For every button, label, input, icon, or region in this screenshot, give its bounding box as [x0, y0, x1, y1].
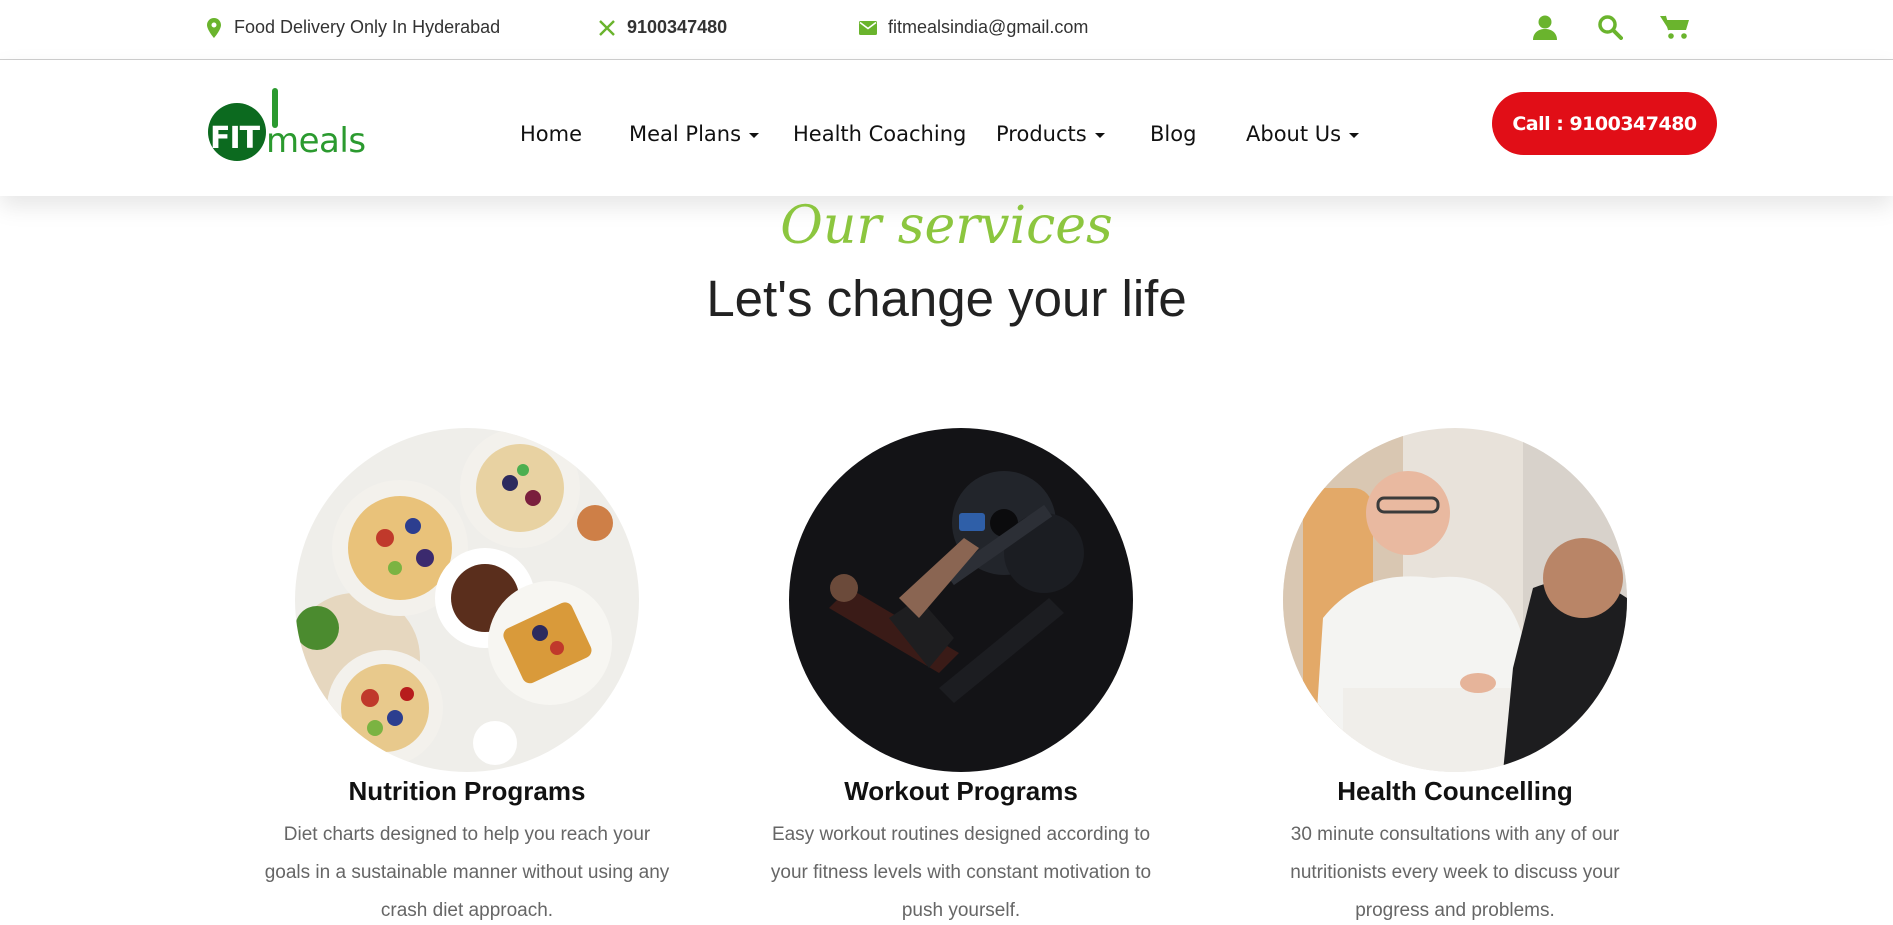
nav-meal-plans-label: Meal Plans [629, 122, 742, 146]
search-icon[interactable] [1595, 12, 1625, 42]
nav-health-coaching[interactable]: Health Coaching [793, 122, 966, 146]
caret-down-icon [1094, 132, 1105, 138]
caret-down-icon [1349, 132, 1360, 138]
top-icon-group [0, 12, 1893, 42]
services-title: Let's change your life [706, 270, 1187, 327]
cart-icon[interactable] [1660, 12, 1690, 42]
nav-blog[interactable]: Blog [1150, 122, 1196, 146]
nav-health-coaching-label: Health Coaching [793, 122, 967, 146]
councelling-image [1283, 428, 1627, 772]
nav-meal-plans[interactable]: Meal Plans [629, 122, 760, 146]
call-button[interactable]: Call : 9100347480 [1492, 92, 1717, 155]
service-card-workout: Workout Programs Easy workout routines d… [746, 428, 1176, 925]
top-info-bar: Food Delivery Only In Hyderabad 91003474… [0, 0, 1893, 60]
nav-home-label: Home [520, 122, 583, 146]
service-card-nutrition: Nutrition Programs Diet charts designed … [252, 428, 682, 925]
nav-about-us[interactable]: About Us [1246, 122, 1360, 146]
service-card-title: Nutrition Programs [348, 776, 586, 806]
nav-products-label: Products [996, 122, 1087, 146]
services-eyebrow: Our services [780, 196, 1113, 256]
service-card-title: Health Councelling [1337, 776, 1573, 806]
service-card-description: Diet charts designed to help you reach y… [264, 824, 670, 921]
nav-about-us-label: About Us [1246, 122, 1342, 146]
service-card-description: Easy workout routines designed according… [770, 824, 1152, 921]
nutrition-image [295, 428, 639, 772]
workout-image [789, 428, 1133, 772]
main-navbar: FIT meals Home Meal Plans Health Coachin… [0, 60, 1893, 196]
user-icon[interactable] [1530, 12, 1560, 42]
service-card-councelling: Health Councelling 30 minute consultatio… [1240, 428, 1670, 925]
nav-blog-label: Blog [1150, 122, 1197, 146]
nav-home[interactable]: Home [520, 122, 582, 146]
caret-down-icon [749, 132, 760, 138]
service-card-description: 30 minute consultations with any of our … [1290, 824, 1620, 921]
nav-products[interactable]: Products [996, 122, 1105, 146]
service-card-title: Workout Programs [844, 776, 1078, 806]
